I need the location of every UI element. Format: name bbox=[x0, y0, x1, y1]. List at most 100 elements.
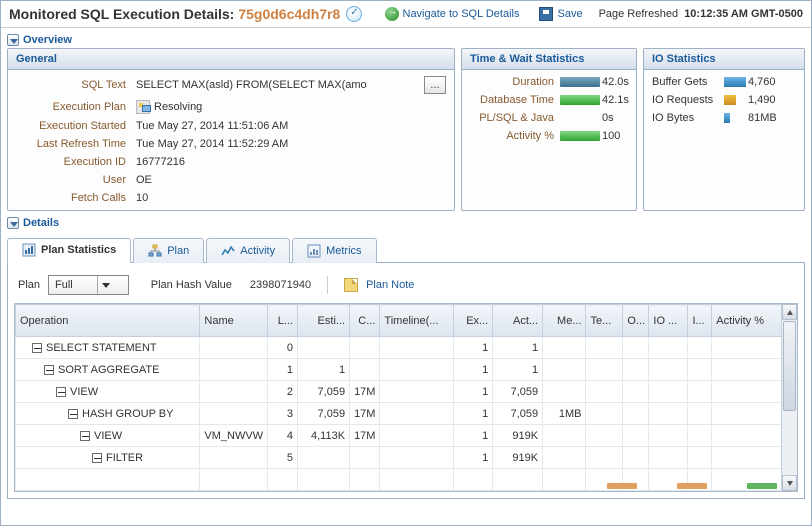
collapse-icon[interactable] bbox=[56, 387, 66, 397]
tab-activity[interactable]: Activity bbox=[206, 238, 290, 263]
label-io-bytes: IO Bytes bbox=[652, 112, 724, 124]
value-fetch-calls: 10 bbox=[136, 192, 446, 204]
label-exec-id: Execution ID bbox=[16, 156, 136, 168]
label-plsql: PL/SQL & Java bbox=[470, 112, 560, 124]
details-twisty[interactable] bbox=[7, 217, 19, 229]
details-section: Details Plan Statistics Plan Activity Me… bbox=[7, 215, 805, 499]
value-last-refresh: Tue May 27, 2014 11:52:29 AM bbox=[136, 138, 446, 150]
label-exec-started: Execution Started bbox=[16, 120, 136, 132]
bar-buffer-gets bbox=[724, 77, 746, 87]
value-exec-started: Tue May 27, 2014 11:51:06 AM bbox=[136, 120, 446, 132]
table-row[interactable]: HASH GROUP BY37,05917M17,0591MB bbox=[16, 403, 797, 425]
table-row[interactable]: SELECT STATEMENT011 bbox=[16, 337, 797, 359]
value-sql-text: SELECT MAX(asld) FROM(SELECT MAX(amo bbox=[136, 79, 367, 91]
operation-name: HASH GROUP BY bbox=[82, 408, 174, 420]
col-header[interactable]: Esti... bbox=[298, 305, 350, 337]
operation-name: VIEW bbox=[70, 386, 98, 398]
overview-twisty[interactable] bbox=[7, 34, 19, 46]
col-header[interactable]: Me... bbox=[543, 305, 586, 337]
status-ok-icon bbox=[346, 6, 362, 22]
activity-mini-bar bbox=[677, 483, 707, 489]
label-duration: Duration bbox=[470, 76, 560, 88]
tab-metrics[interactable]: Metrics bbox=[292, 238, 376, 263]
value-plsql: 0s bbox=[602, 112, 629, 124]
value-duration: 42.0s bbox=[602, 76, 629, 88]
plan-select[interactable]: Full bbox=[48, 275, 129, 295]
plan-hash-label: Plan Hash Value bbox=[151, 279, 232, 291]
general-panel: General SQL Text SELECT MAX(asld) FROM(S… bbox=[7, 48, 455, 211]
activity-mini-bar bbox=[607, 483, 637, 489]
bar-duration bbox=[560, 77, 600, 87]
collapse-icon[interactable] bbox=[68, 409, 78, 419]
bar-db-time bbox=[560, 95, 600, 105]
navigate-label: Navigate to SQL Details bbox=[403, 8, 520, 20]
scroll-up-button[interactable] bbox=[782, 304, 797, 320]
value-io-bytes: 81MB bbox=[748, 112, 796, 124]
collapse-icon[interactable] bbox=[32, 343, 42, 353]
operation-name: SELECT STATEMENT bbox=[46, 342, 157, 354]
save-link[interactable]: Save bbox=[539, 7, 582, 21]
collapse-icon[interactable] bbox=[92, 453, 102, 463]
overview-header: Overview bbox=[23, 34, 72, 46]
table-row[interactable]: SORT AGGREGATE1111 bbox=[16, 359, 797, 381]
label-exec-plan: Execution Plan bbox=[16, 101, 136, 113]
table-row[interactable]: VIEW27,05917M17,059 bbox=[16, 381, 797, 403]
plan-toolbar: Plan Full Plan Hash Value 2398071940 Pla… bbox=[18, 275, 794, 295]
tab-plan-statistics[interactable]: Plan Statistics bbox=[7, 238, 131, 263]
label-activity-pct: Activity % bbox=[470, 130, 560, 142]
navigate-icon bbox=[385, 7, 399, 21]
value-db-time: 42.1s bbox=[602, 94, 629, 106]
overview-section: Overview General SQL Text SELECT MAX(asl… bbox=[7, 32, 805, 211]
col-header[interactable]: I... bbox=[688, 305, 712, 337]
col-header[interactable]: Te... bbox=[586, 305, 623, 337]
label-sql-text: SQL Text bbox=[16, 79, 136, 91]
save-icon bbox=[539, 7, 553, 21]
tab-plan[interactable]: Plan bbox=[133, 238, 204, 263]
table-row[interactable]: FILTER51919K bbox=[16, 447, 797, 469]
scroll-down-button[interactable] bbox=[782, 475, 797, 491]
col-header[interactable]: O... bbox=[623, 305, 649, 337]
title-sql-id: 75g0d6c4dh7r8 bbox=[238, 6, 340, 22]
details-tabs: Plan Statistics Plan Activity Metrics bbox=[7, 237, 805, 263]
scroll-thumb[interactable] bbox=[783, 321, 796, 411]
label-io-requests: IO Requests bbox=[652, 94, 724, 106]
label-buffer-gets: Buffer Gets bbox=[652, 76, 724, 88]
col-header[interactable]: Ex... bbox=[454, 305, 493, 337]
plan-note-link[interactable]: Plan Note bbox=[366, 279, 414, 291]
bar-io-bytes bbox=[724, 113, 730, 123]
sql-text-expand-button[interactable]: ... bbox=[424, 76, 446, 94]
col-header[interactable]: Timeline(... bbox=[380, 305, 454, 337]
table-row[interactable]: VIEWVM_NWVW44,113K17M1919K bbox=[16, 425, 797, 447]
grid-scrollbar[interactable] bbox=[781, 304, 797, 491]
value-exec-id: 16777216 bbox=[136, 156, 446, 168]
bar-activity bbox=[560, 131, 600, 141]
operation-name: FILTER bbox=[106, 452, 143, 464]
col-header[interactable]: Operation bbox=[16, 305, 200, 337]
title-bar: Monitored SQL Execution Details: 75g0d6c… bbox=[1, 1, 811, 28]
col-header[interactable]: Name bbox=[200, 305, 267, 337]
col-header[interactable]: L... bbox=[267, 305, 297, 337]
activity-icon bbox=[221, 244, 235, 258]
io-header: IO Statistics bbox=[644, 49, 804, 70]
metrics-icon bbox=[307, 244, 321, 258]
plan-note-icon bbox=[344, 278, 358, 292]
plan-label: Plan bbox=[18, 279, 40, 291]
time-wait-panel: Time & Wait Statistics Duration 42.0s Da… bbox=[461, 48, 637, 211]
divider bbox=[327, 276, 328, 294]
activity-mini-bar bbox=[747, 483, 777, 489]
general-header: General bbox=[8, 49, 454, 70]
value-activity-pct: 100 bbox=[602, 130, 629, 142]
label-user: User bbox=[16, 174, 136, 186]
col-header[interactable]: Act... bbox=[493, 305, 543, 337]
navigate-sql-details-link[interactable]: Navigate to SQL Details bbox=[385, 7, 520, 21]
collapse-icon[interactable] bbox=[80, 431, 90, 441]
col-header[interactable]: C... bbox=[350, 305, 380, 337]
collapse-icon[interactable] bbox=[44, 365, 54, 375]
plan-icon bbox=[136, 100, 150, 114]
plan-statistics-icon bbox=[22, 243, 36, 257]
grid-header-row: OperationNameL...Esti...C...Timeline(...… bbox=[16, 305, 797, 337]
save-label: Save bbox=[557, 8, 582, 20]
col-header[interactable]: IO ... bbox=[649, 305, 688, 337]
label-fetch-calls: Fetch Calls bbox=[16, 192, 136, 204]
value-buffer-gets: 4,760 bbox=[748, 76, 796, 88]
